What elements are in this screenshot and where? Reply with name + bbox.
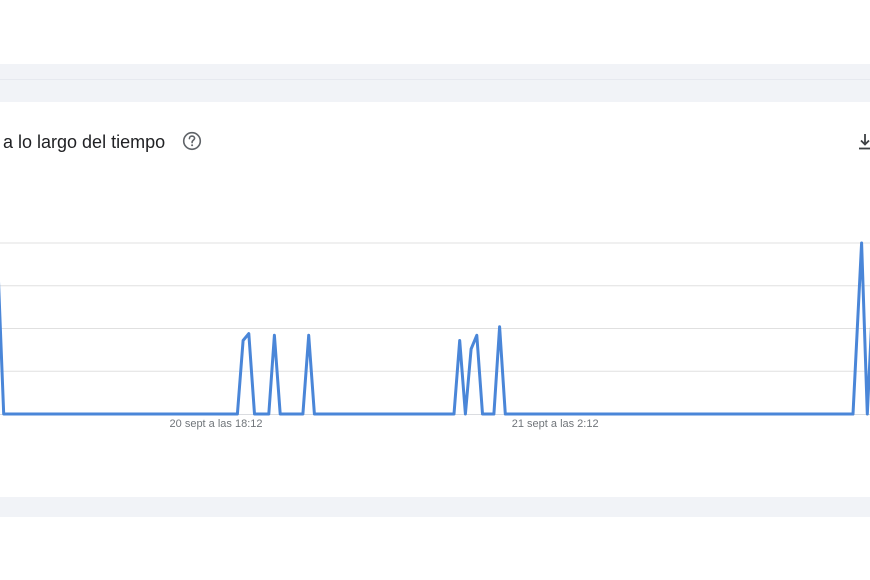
x-tick-label-2: 21 sept a las 2:12 <box>512 418 599 430</box>
page: a lo largo del tiempo 20 sept a las 18:1… <box>0 0 870 580</box>
x-tick-label-1: 20 sept a las 18:12 <box>170 418 263 430</box>
line-chart: 20 sept a las 18:12 21 sept a las 2:12 <box>0 241 870 430</box>
